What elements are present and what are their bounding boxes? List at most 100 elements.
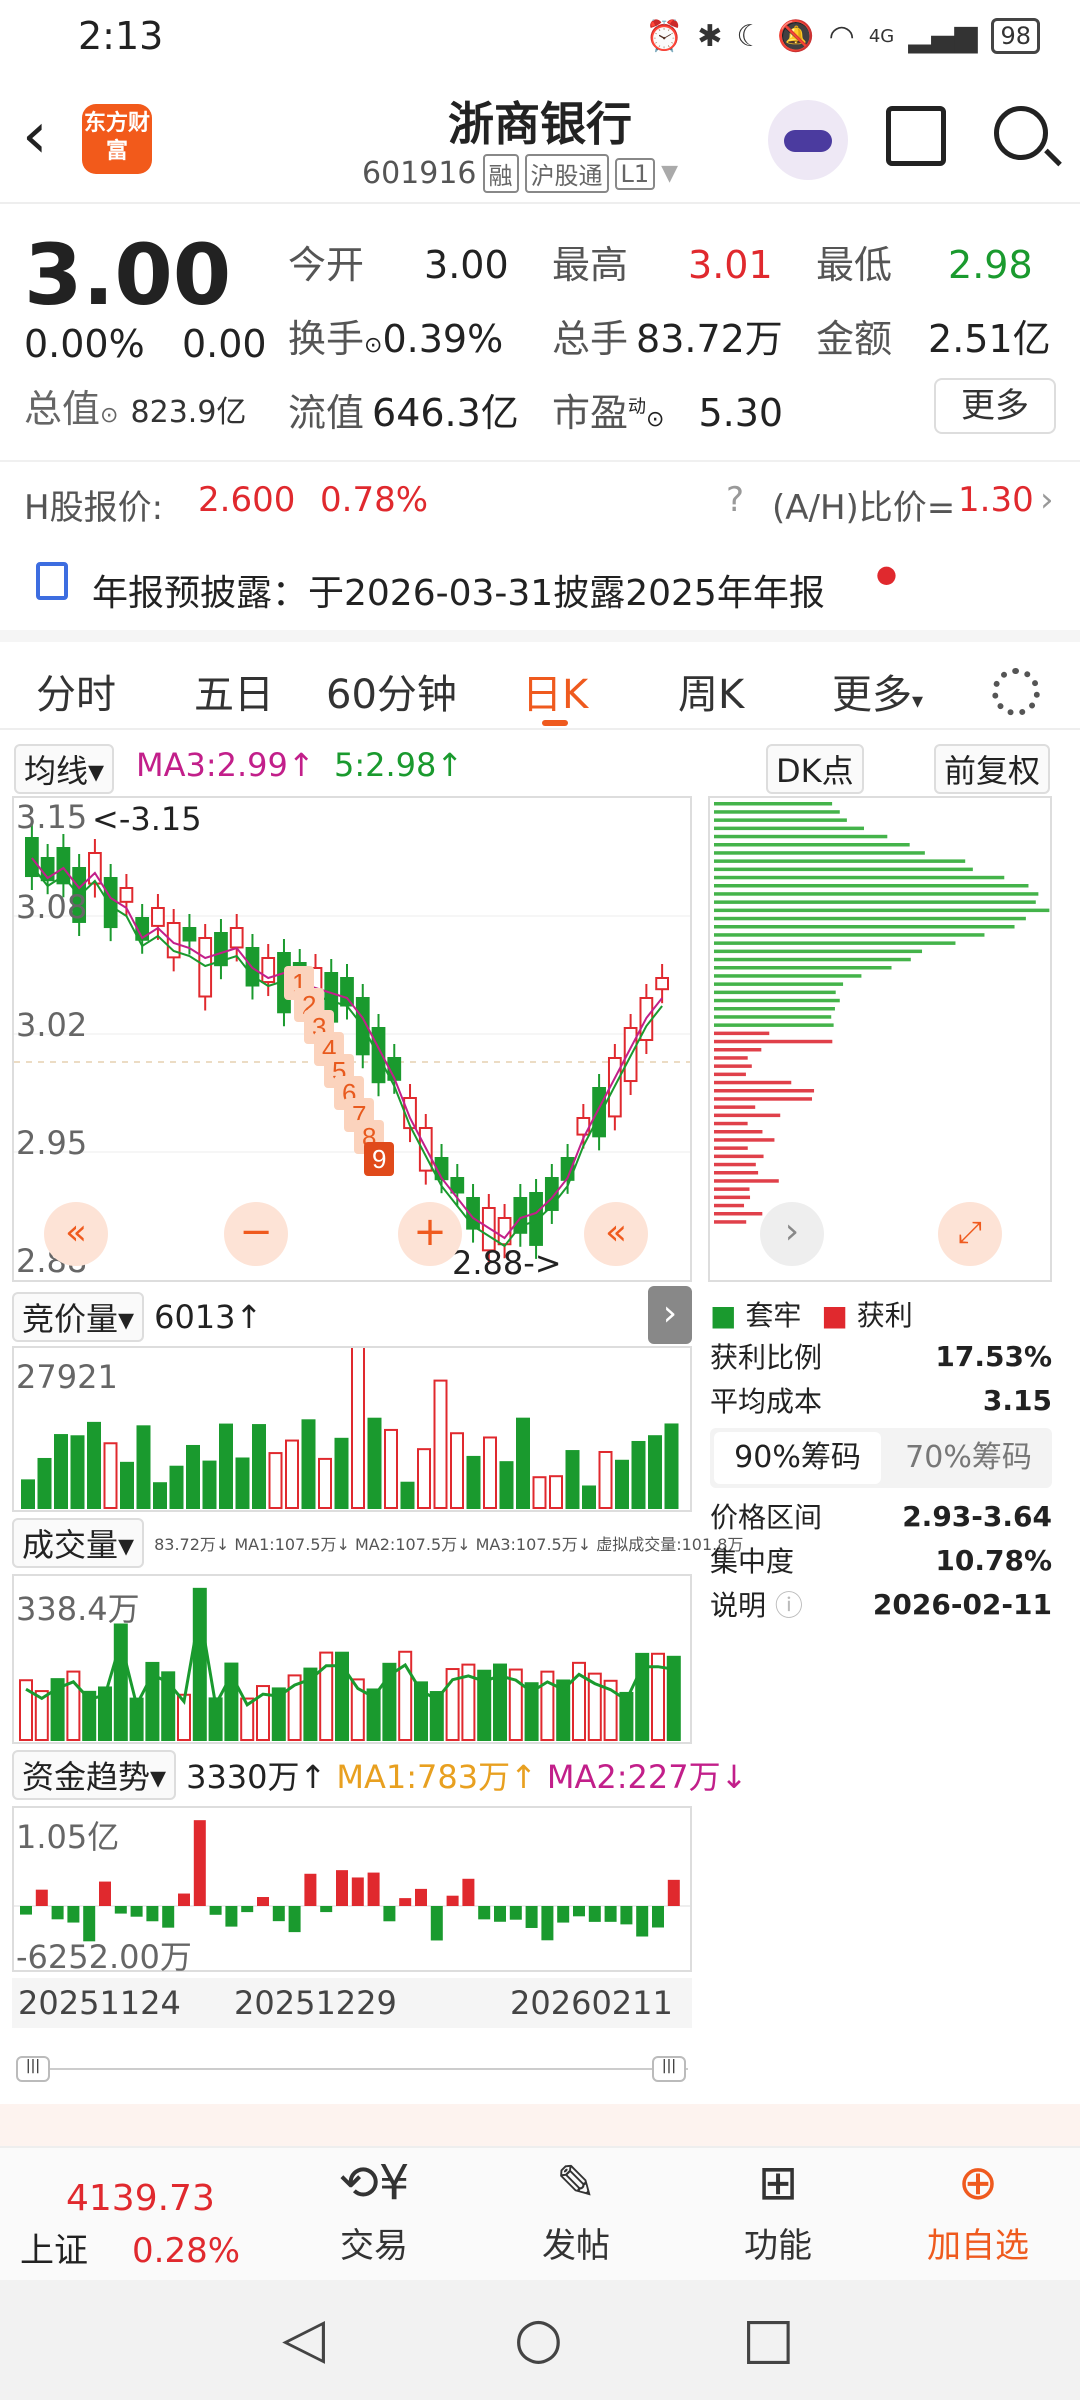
fund-bar [320,1906,333,1913]
help-icon[interactable]: ? [726,480,744,520]
fund-bar [478,1906,491,1920]
chip-next-icon[interactable]: › [760,1202,824,1266]
collapse-panel-icon[interactable]: › [648,1286,692,1344]
adjust-button[interactable]: 前复权 [934,744,1051,794]
chip-bar [714,834,888,839]
fund-bar [288,1906,301,1933]
volume-header: 成交量▾ 83.72万↓ MA1:107.5万↓ MA2:107.5万↓ MA3… [12,1518,743,1568]
search-icon[interactable] [994,106,1048,160]
candle [340,977,354,1007]
h-share-price: 2.600 [198,480,296,520]
tab-chip-70[interactable]: 70%筹码 [885,1428,1052,1488]
chip-distribution[interactable]: › ⤢ [708,796,1052,1282]
nav-post[interactable]: ✎ 发帖 [476,2148,676,2267]
auction-bar [202,1460,217,1509]
fund-bar [620,1906,633,1925]
dk-point-button[interactable]: DK点 [766,744,864,794]
chip-bar [714,1179,779,1183]
tab-60min[interactable]: 60分钟 [326,662,457,720]
chip-bar [714,1048,762,1052]
status-icons: ⏰ ✱ ☾ 🔕 ◠ 4G ▂▄▆ 98 [646,18,1040,54]
chip-bar [714,843,910,847]
fund-bar [225,1906,238,1927]
fund-bar [304,1873,317,1906]
more-button[interactable]: 更多 [934,378,1056,434]
chip-bar [714,1097,813,1101]
note-label[interactable]: 说明 ⓘ [710,1584,803,1624]
fund-select[interactable]: 资金趋势▾ [12,1750,177,1800]
tab-timeshare[interactable]: 分时 [36,662,116,720]
chip-bar [714,949,923,954]
annual-report-notice[interactable]: 年报预披露：于2026-03-31披露2025年年报 ● [0,540,1080,630]
total-cap[interactable]: 总值⊙ 823.9亿 [24,378,246,433]
tab-daily-k[interactable]: 日K [522,662,588,726]
chip-bar [714,1039,833,1044]
chip-bar [714,1064,752,1068]
fund-header: 资金趋势▾ 3330万↑ MA1:783万↑ MA2:227万↓ [12,1750,747,1800]
range-scrollbar[interactable]: ||| ||| [16,2056,688,2092]
chip-bar [714,908,1050,913]
fund-bar [367,1872,380,1906]
index-value: 4139.73 [66,2178,215,2219]
status-time: 2:13 [78,14,164,58]
turnover-amount: 金额 2.51亿 [816,317,1051,361]
chip-bar [714,1023,834,1027]
zoom-out-icon[interactable]: − [224,1202,288,1266]
chip-bar [714,1212,763,1216]
tab-chip-90[interactable]: 90%筹码 [714,1432,881,1484]
nav-add-watchlist[interactable]: ⊕ 加自选 [878,2148,1078,2267]
share-icon[interactable] [886,106,946,166]
auction-bar [219,1423,233,1509]
auction-select[interactable]: 竞价量▾ [12,1292,145,1342]
range-handle-right[interactable]: ||| [652,2056,686,2082]
nav-trade[interactable]: ⟲¥ 交易 [274,2148,474,2267]
fund-bar [35,1889,48,1906]
chevron-down-icon: ▼ [661,161,679,186]
chip-bar [714,810,840,814]
ma-select[interactable]: 均线▾ [14,744,115,794]
fund-bar [462,1878,475,1906]
range-handle-left[interactable]: ||| [16,2056,50,2082]
home-circle-icon[interactable]: ○ [514,2306,563,2371]
index-ticker[interactable]: 4139.73 上证 0.28% [20,2148,270,2272]
kline-chart[interactable]: 123456789 3.15 3.08 3.02 2.95 2.88 <-3.1… [12,796,692,1282]
stock-code-row[interactable]: 601916 融 沪股通 L1 ▼ [362,154,678,193]
auction-header: 竞价量▾ 6013↑ [12,1292,262,1342]
expand-icon[interactable]: ⤢ [938,1202,1002,1266]
turnover-rate[interactable]: 换手⊙0.39% [288,308,503,363]
auction-bar [483,1436,497,1509]
fund-ma2: MA2:227万↓ [546,1758,748,1796]
total-volume: 总手 83.72万 [552,317,783,361]
zoom-in-icon[interactable]: + [398,1202,462,1266]
candle [119,887,134,903]
fund-bar [525,1906,538,1928]
pan-left-icon[interactable]: « [44,1202,108,1266]
network-label: 4G [868,25,895,47]
pe-ratio[interactable]: 市盈动⊙ 5.30 [552,382,783,437]
chip-bar [714,1072,746,1077]
auction-bar [516,1417,530,1509]
chip-bar [714,1031,770,1036]
gear-icon[interactable] [992,668,1040,716]
fund-bar [99,1881,111,1906]
tab-weekly-k[interactable]: 周K [678,662,744,720]
nav-features[interactable]: ⊞ 功能 [678,2148,878,2267]
back-triangle-icon[interactable]: ◁ [282,2306,325,2371]
assistant-avatar-icon[interactable] [768,100,848,180]
tab-five-day[interactable]: 五日 [194,662,274,720]
h-share-row[interactable]: H股报价: 2.600 0.78% ? (A/H)比价= 1.30 › [0,460,1080,538]
recents-square-icon[interactable]: □ [742,2306,795,2371]
fund-bar [20,1906,32,1915]
chip-bar [714,1113,781,1118]
pan-right-icon[interactable]: « [584,1202,648,1266]
volume-select[interactable]: 成交量▾ [12,1518,145,1568]
period-tabs: 分时 五日 60分钟 日K 周K 更多▾ [0,630,1080,730]
candle [655,977,669,991]
auction-bar [664,1423,679,1509]
kline-svg: 123456789 [14,824,690,1265]
stock-header: ‹ 东方财富 浙商银行 601916 融 沪股通 L1 ▼ [0,84,1080,204]
chip-bar [714,884,1029,888]
chip-bar [714,966,892,970]
tab-more[interactable]: 更多▾ [832,662,923,720]
fund-bar [667,1879,680,1906]
